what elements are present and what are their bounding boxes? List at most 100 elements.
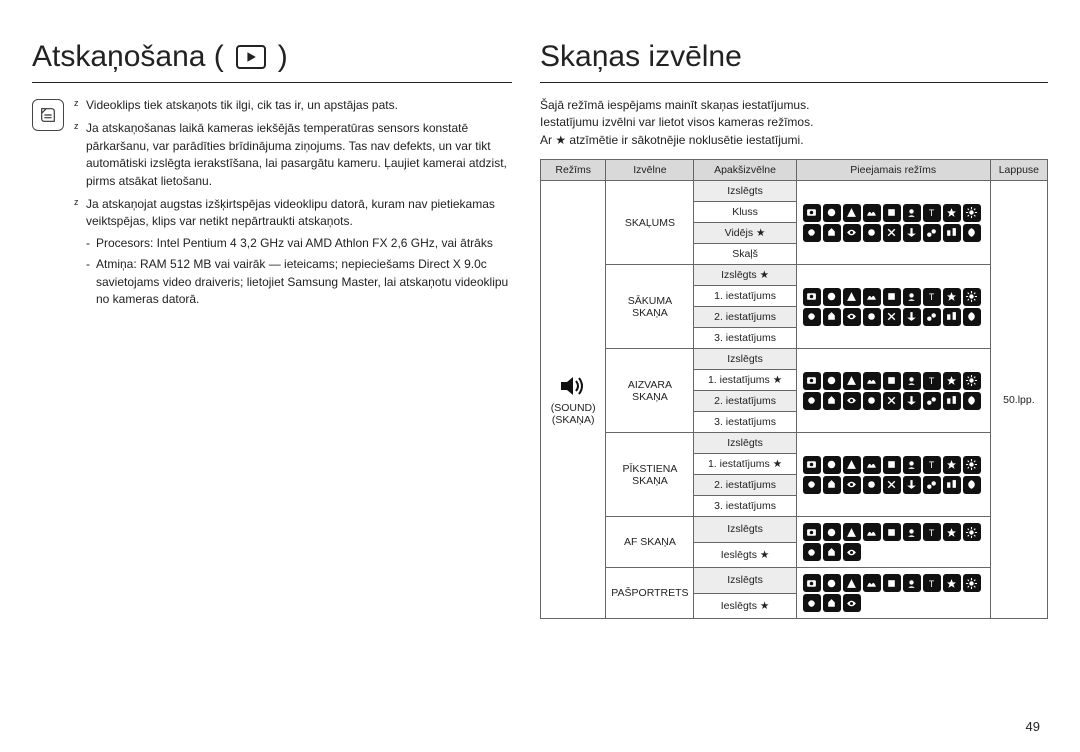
- mode-icon: [843, 594, 861, 612]
- mode-icon: [823, 288, 841, 306]
- svg-text:T: T: [929, 376, 935, 386]
- mode-icon: [943, 456, 961, 474]
- mode-icon: [803, 204, 821, 222]
- menu-cell: SKAĻUMS: [606, 181, 694, 265]
- mode-icon: [963, 204, 981, 222]
- submenu-cell: Izslēgts: [694, 517, 796, 543]
- mode-icon: [963, 476, 981, 494]
- mode-icon: [943, 476, 961, 494]
- mode-icon: [843, 204, 861, 222]
- mode-icon: [903, 476, 921, 494]
- mode-icon: [823, 523, 841, 541]
- intro-text: Šajā režīmā iespējams mainīt skaņas iest…: [540, 97, 1048, 149]
- note-subitem: Atmiņa: RAM 512 MB vai vairāk — ieteicam…: [86, 256, 512, 308]
- mode-icon: [883, 288, 901, 306]
- page-number: 49: [1026, 719, 1040, 734]
- right-heading: Skaņas izvēlne: [540, 40, 1048, 74]
- submenu-cell: Izslēgts: [694, 433, 796, 454]
- mode-icon: [903, 392, 921, 410]
- left-heading: Atskaņošana ( ): [32, 40, 512, 74]
- mode-icon: T: [923, 372, 941, 390]
- mode-icon: [943, 204, 961, 222]
- mode-icon: T: [923, 204, 941, 222]
- submenu-cell: 2. iestatījums: [694, 475, 796, 496]
- mode-icon: [823, 392, 841, 410]
- available-modes-cell: T: [796, 568, 990, 619]
- mode-icon: [903, 372, 921, 390]
- mode-icon: [803, 288, 821, 306]
- note-subitem: Procesors: Intel Pentium 4 3,2 GHz vai A…: [86, 235, 512, 252]
- mode-icon: [883, 523, 901, 541]
- note-item: Videoklips tiek atskaņots tik ilgi, cik …: [74, 97, 512, 114]
- mode-icon: [803, 224, 821, 242]
- mode-icon: [923, 224, 941, 242]
- title-divider-left: [32, 82, 512, 83]
- mode-icon: [863, 574, 881, 592]
- submenu-cell: 1. iestatījums: [694, 286, 796, 307]
- mode-icon: [863, 392, 881, 410]
- mode-icon: [903, 574, 921, 592]
- submenu-cell: Ieslēgts ★: [694, 593, 796, 619]
- mode-icon: [923, 476, 941, 494]
- mode-icon: [963, 288, 981, 306]
- speaker-icon: [559, 374, 587, 398]
- available-modes-cell: T: [796, 433, 990, 517]
- left-title-b: ): [278, 40, 288, 74]
- mode-icon: [963, 224, 981, 242]
- play-icon: [236, 45, 266, 69]
- mode-icon: [903, 456, 921, 474]
- mode-icon: [943, 392, 961, 410]
- mode-icon: [943, 224, 961, 242]
- mode-icon: [843, 476, 861, 494]
- mode-icon: T: [923, 288, 941, 306]
- note-icon: [32, 99, 64, 131]
- th-sub: Apakšizvēlne: [694, 160, 796, 181]
- mode-icon: [803, 372, 821, 390]
- submenu-cell: Ieslēgts ★: [694, 542, 796, 568]
- mode-icon: [863, 204, 881, 222]
- mode-icon: T: [923, 574, 941, 592]
- mode-icon: [943, 372, 961, 390]
- submenu-cell: Izslēgts: [694, 181, 796, 202]
- submenu-cell: 1. iestatījums ★: [694, 370, 796, 391]
- mode-icon: [803, 574, 821, 592]
- mode-icon: [823, 476, 841, 494]
- mode-icon: [823, 574, 841, 592]
- mode-icon: [903, 523, 921, 541]
- mode-icon: [903, 288, 921, 306]
- mode-icon: [963, 308, 981, 326]
- menu-cell: AIZVARA SKAŅA: [606, 349, 694, 433]
- menu-cell: SĀKUMA SKAŅA: [606, 265, 694, 349]
- mode-icon: [963, 456, 981, 474]
- mode-icon: [883, 372, 901, 390]
- mode-icon: [823, 204, 841, 222]
- mode-icon: [863, 224, 881, 242]
- th-page: Lappuse: [990, 160, 1047, 181]
- mode-icon: [803, 308, 821, 326]
- page-ref-cell: 50.lpp.: [990, 181, 1047, 619]
- mode-icon: [843, 543, 861, 561]
- mode-icon: [863, 476, 881, 494]
- mode-icon: [903, 204, 921, 222]
- svg-text:T: T: [929, 527, 935, 537]
- mode-icon: [843, 308, 861, 326]
- available-modes-cell: T: [796, 349, 990, 433]
- mode-icon: [823, 456, 841, 474]
- mode-icon: [883, 476, 901, 494]
- available-modes-cell: T: [796, 181, 990, 265]
- mode-icon: [823, 224, 841, 242]
- mode-icon: [883, 308, 901, 326]
- mode-icon: [803, 594, 821, 612]
- submenu-cell: 2. iestatījums: [694, 391, 796, 412]
- mode-cell: (SOUND)(SKAŅA): [541, 181, 606, 619]
- mode-icon: [863, 456, 881, 474]
- svg-text:T: T: [929, 292, 935, 302]
- submenu-cell: 3. iestatījums: [694, 328, 796, 349]
- mode-icon: [963, 574, 981, 592]
- mode-icon: [843, 224, 861, 242]
- mode-icon: [943, 288, 961, 306]
- svg-text:T: T: [929, 208, 935, 218]
- mode-icon: [963, 392, 981, 410]
- mode-icon: [863, 288, 881, 306]
- mode-icon: [903, 308, 921, 326]
